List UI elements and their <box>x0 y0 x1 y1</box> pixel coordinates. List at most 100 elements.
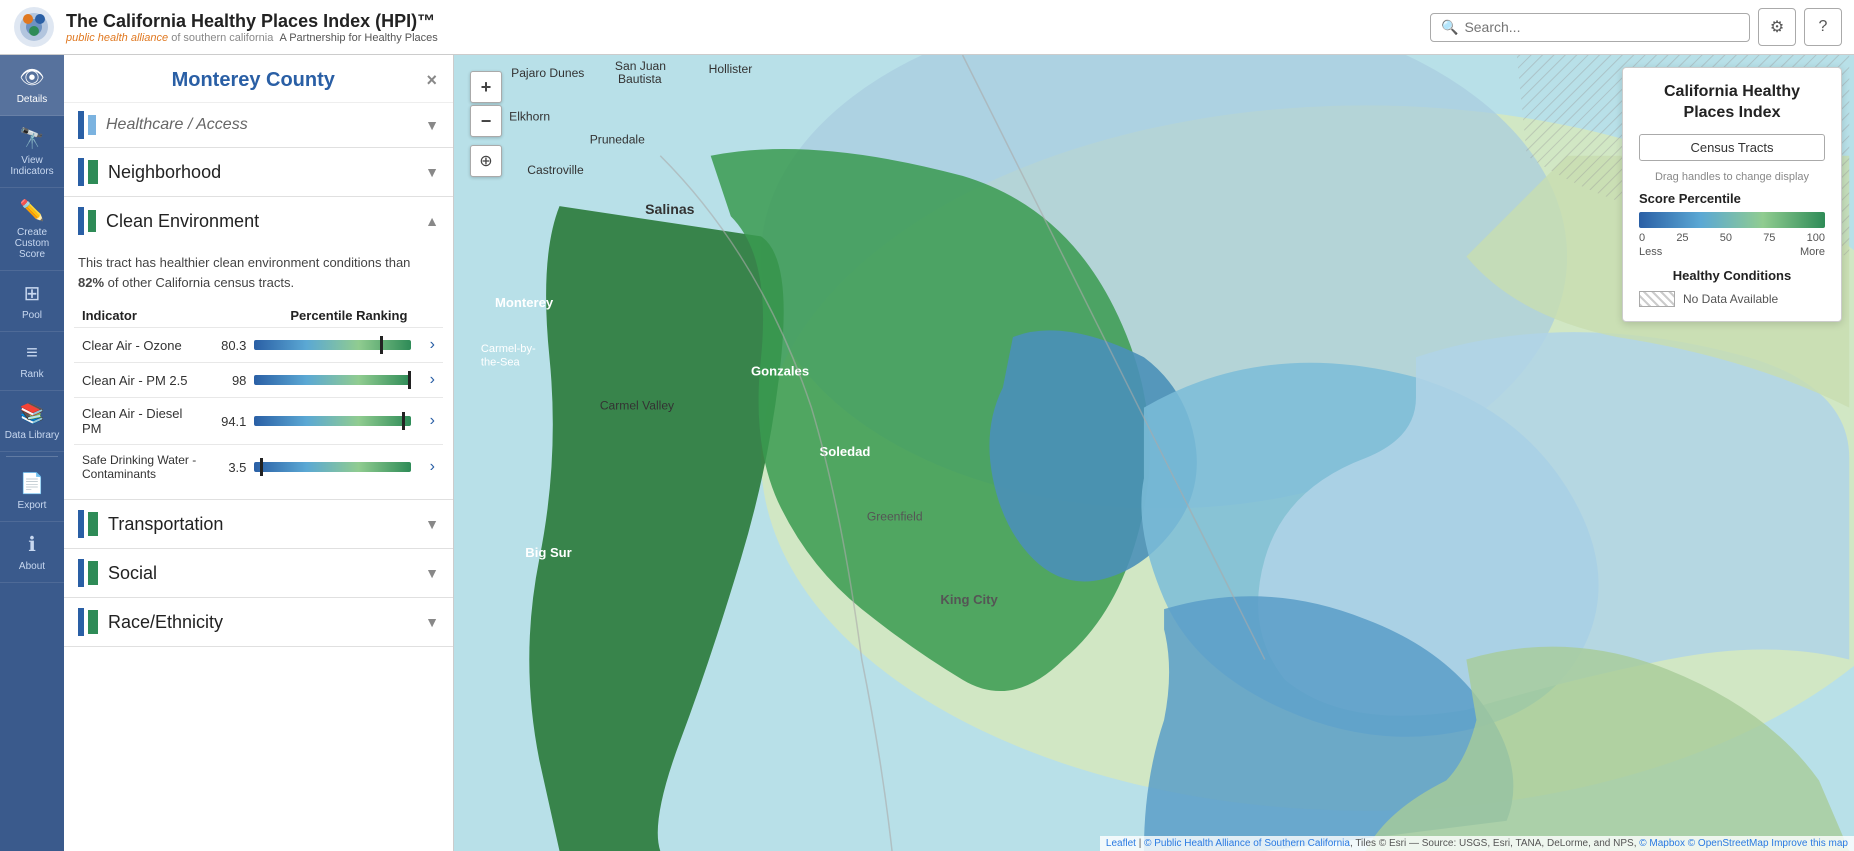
nav-item-export[interactable]: 📄 Export <box>0 461 64 522</box>
indicator-value-pm25: 98 <box>199 373 254 388</box>
clean-env-bar-icon <box>78 207 96 235</box>
tick-100: 100 <box>1807 232 1825 244</box>
census-tracts-button[interactable]: Census Tracts <box>1639 134 1825 161</box>
section-transportation[interactable]: Transportation ▼ <box>64 500 453 549</box>
city-prunedale: Prunedale <box>590 133 645 147</box>
indicator-row-water[interactable]: Safe Drinking Water - Contaminants 3.5 › <box>74 444 443 489</box>
map-controls: + − ⊕ <box>470 71 502 177</box>
pool-icon: ⊞ <box>24 281 41 306</box>
healthcare-chevron-down: ▼ <box>425 117 439 133</box>
indicator-value-diesel: 94.1 <box>199 414 254 429</box>
race-bar-icon <box>78 608 98 636</box>
section-neighborhood[interactable]: Neighborhood ▼ <box>64 148 453 197</box>
settings-button[interactable]: ⚙ <box>1758 8 1796 46</box>
nav-label-data-library: Data Library <box>5 430 59 441</box>
section-healthcare[interactable]: Healthcare / Access ▼ <box>64 103 453 148</box>
clean-env-description: This tract has healthier clean environme… <box>64 245 453 304</box>
indicator-marker-water <box>260 458 263 476</box>
transportation-bar-icon <box>78 510 98 538</box>
legend-no-data: No Data Available <box>1639 291 1825 307</box>
panel-close-button[interactable]: × <box>426 70 437 91</box>
data-library-icon: 📚 <box>20 401 45 426</box>
header-right: 🔍 ⚙ ? <box>1430 8 1842 46</box>
city-king-city: King City <box>940 592 998 607</box>
indicator-row-pm25[interactable]: Clean Air - PM 2.5 98 › <box>74 362 443 397</box>
section-social[interactable]: Social ▼ <box>64 549 453 598</box>
subtitle-gray: of southern california <box>168 32 273 44</box>
osm-link[interactable]: © OpenStreetMap <box>1688 838 1769 849</box>
nav-item-details[interactable]: 👁 Details <box>0 55 64 116</box>
search-input[interactable] <box>1464 19 1739 35</box>
nav-item-about[interactable]: ℹ About <box>0 522 64 583</box>
bar-green-2 <box>88 512 98 536</box>
help-button[interactable]: ? <box>1804 8 1842 46</box>
indicator-bar-bg-diesel <box>254 416 411 426</box>
nav-item-view-indicators[interactable]: 🔭 View Indicators <box>0 116 64 188</box>
improve-map-link[interactable]: Improve this map <box>1771 838 1848 849</box>
indicator-arrow-pm25[interactable]: › <box>411 371 435 389</box>
view-indicators-icon: 🔭 <box>20 126 45 151</box>
nav-divider <box>6 456 57 457</box>
city-san-juan: San Juan <box>615 59 666 73</box>
race-chevron: ▼ <box>425 614 439 630</box>
city-carmel-by-the-sea: Carmel-by- <box>481 343 536 355</box>
nav-item-data-library[interactable]: 📚 Data Library <box>0 391 64 452</box>
zoom-in-button[interactable]: + <box>470 71 502 103</box>
indicator-value-ozone: 80.3 <box>199 338 254 353</box>
bar-green <box>88 160 98 184</box>
clean-env-desc-pct: 82% <box>78 275 104 290</box>
indicator-bar-bg-pm25 <box>254 375 411 385</box>
nav-label-details: Details <box>17 94 48 105</box>
nav-item-rank[interactable]: ≡ Rank <box>0 332 64 391</box>
bar-blue-5 <box>78 559 84 587</box>
indicator-header-row: Indicator Percentile Ranking <box>74 304 443 327</box>
mapbox-link[interactable]: © Mapbox <box>1639 838 1685 849</box>
clean-env-header[interactable]: Clean Environment ▲ <box>64 197 453 245</box>
social-title: Social <box>108 563 425 584</box>
about-icon: ℹ <box>28 532 36 557</box>
map-area[interactable]: Pajaro Dunes San Juan Bautista Hollister… <box>454 55 1854 851</box>
logo-text: The California Healthy Places Index (HPI… <box>66 11 438 44</box>
no-data-label: No Data Available <box>1683 292 1778 306</box>
details-icon: 👁 <box>19 65 44 90</box>
indicator-row-ozone[interactable]: Clear Air - Ozone 80.3 › <box>74 327 443 362</box>
reset-view-button[interactable]: ⊕ <box>470 145 502 177</box>
transportation-title: Transportation <box>108 514 425 535</box>
city-pajaro-dunes: Pajaro Dunes <box>511 66 584 80</box>
search-box[interactable]: 🔍 <box>1430 13 1750 42</box>
nav-label-view-indicators: View Indicators <box>4 155 60 177</box>
subtitle-orange: public health alliance <box>66 32 168 44</box>
indicator-bar-ozone <box>254 336 411 354</box>
create-custom-icon: ✏️ <box>20 198 45 223</box>
indicator-row-diesel[interactable]: Clean Air - Diesel PM 94.1 › <box>74 397 443 444</box>
indicator-arrow-water[interactable]: › <box>411 458 435 476</box>
app-title: The California Healthy Places Index (HPI… <box>66 11 438 32</box>
legend-labels: Less More <box>1639 246 1825 258</box>
city-monterey: Monterey <box>495 295 554 310</box>
indicator-arrow-diesel[interactable]: › <box>411 412 435 430</box>
indicator-arrow-ozone[interactable]: › <box>411 336 435 354</box>
leaflet-link[interactable]: Leaflet <box>1106 838 1136 849</box>
indicator-name-water: Safe Drinking Water - Contaminants <box>82 453 199 481</box>
logo-icon <box>12 5 56 49</box>
city-elkhorn: Elkhorn <box>509 109 550 123</box>
indicator-bar-diesel <box>254 412 411 430</box>
nav-label-export: Export <box>18 500 47 511</box>
pha-link[interactable]: © Public Health Alliance of Southern Cal… <box>1144 838 1350 849</box>
indicator-table: Indicator Percentile Ranking Clear Air -… <box>64 304 453 499</box>
help-icon: ? <box>1819 18 1828 36</box>
social-chevron: ▼ <box>425 565 439 581</box>
healthcare-bar-icon <box>78 111 96 139</box>
bar-green-4 <box>88 610 98 634</box>
clean-env-title: Clean Environment <box>106 211 425 232</box>
section-race-ethnicity[interactable]: Race/Ethnicity ▼ <box>64 598 453 647</box>
zoom-out-button[interactable]: − <box>470 105 502 137</box>
logo-area: The California Healthy Places Index (HPI… <box>12 5 438 49</box>
nav-item-create-custom-score[interactable]: ✏️ Create Custom Score <box>0 188 64 271</box>
neighborhood-chevron: ▼ <box>425 164 439 180</box>
panel-title: Monterey County <box>80 69 426 92</box>
bar-green-2 <box>88 210 96 232</box>
city-salinas: Salinas <box>645 201 695 217</box>
nav-item-pool[interactable]: ⊞ Pool <box>0 271 64 332</box>
header: The California Healthy Places Index (HPI… <box>0 0 1854 55</box>
